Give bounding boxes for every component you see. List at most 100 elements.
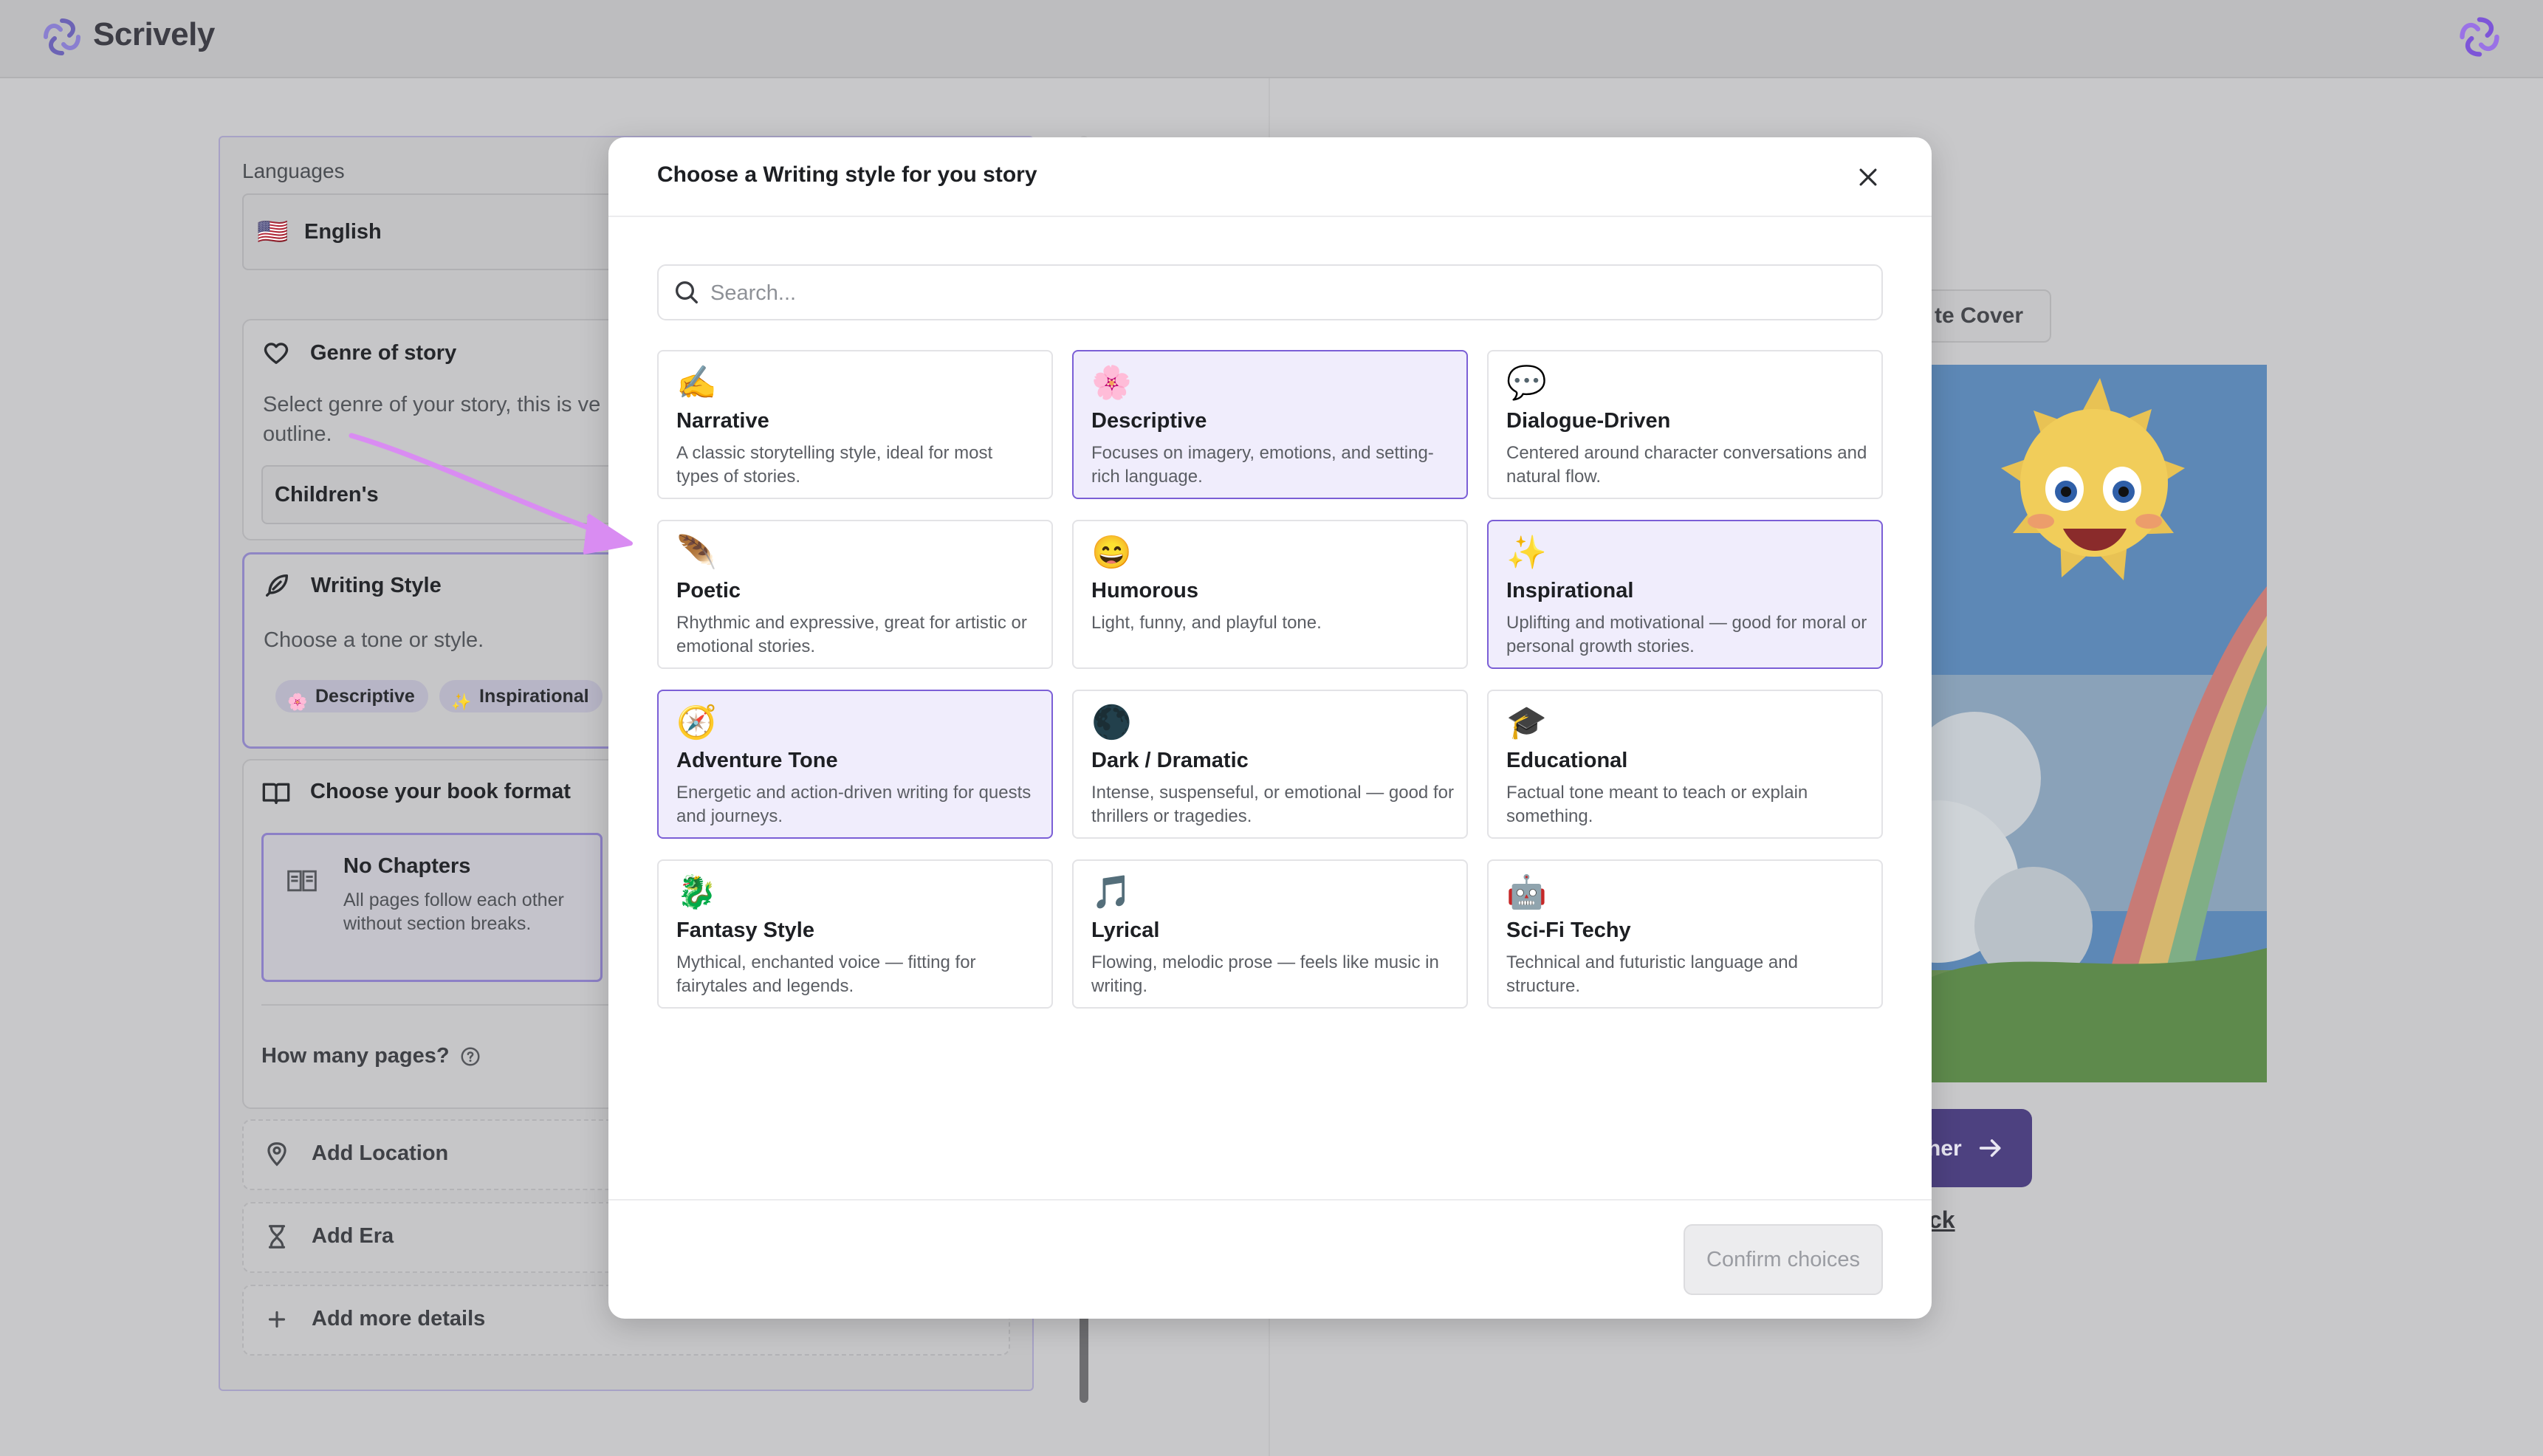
sparkles-icon: ✨	[1506, 535, 1547, 571]
style-option-inspirational[interactable]: ✨ Inspirational Uplifting and motivational…	[1487, 520, 1883, 669]
feather-pen-icon	[262, 571, 292, 600]
style-name: Dialogue-Driven	[1506, 409, 1671, 433]
divider	[261, 1004, 628, 1006]
app-header: Scrively	[0, 0, 2543, 78]
grinning-face-icon: 😄	[1091, 535, 1132, 571]
blossom-icon: 🌸	[287, 693, 308, 711]
search-icon	[672, 278, 701, 307]
music-note-icon: 🎵	[1091, 874, 1132, 910]
confirm-choices-button[interactable]: Confirm choices	[1684, 1224, 1883, 1295]
style-option-poetic[interactable]: 🪶 Poetic Rhythmic and expressive, great fo…	[657, 520, 1053, 669]
story-cover-image	[1930, 365, 2267, 1082]
style-name: Narrative	[676, 409, 769, 433]
modal-footer-divider	[608, 1199, 1932, 1201]
add-more-details-label: Add more details	[312, 1307, 486, 1330]
style-name: Poetic	[676, 579, 741, 602]
search-box	[657, 264, 1883, 320]
chip-inspirational[interactable]: ✨ Inspirational	[439, 680, 603, 712]
style-name: Adventure Tone	[676, 749, 838, 772]
plus-icon	[263, 1305, 291, 1333]
sparkles-icon: ✨	[451, 693, 472, 711]
profile-menu-icon[interactable]	[2456, 13, 2503, 61]
writing-style-description: Choose a tone or style.	[264, 628, 484, 652]
style-description: Focuses on imagery, emotions, and settin…	[1091, 443, 1434, 487]
style-description: Rhythmic and expressive, great for artis…	[676, 613, 1027, 656]
style-option-descriptive[interactable]: 🌸 Descriptive Focuses on imagery, emotions…	[1072, 350, 1468, 499]
book-format-title: Choose your book format	[310, 780, 571, 803]
new-moon-icon: 🌑	[1091, 704, 1132, 741]
close-icon	[1856, 165, 1881, 190]
style-option-sci-fi-techy[interactable]: 🤖 Sci-Fi Techy Technical and futuristic la…	[1487, 859, 1883, 1009]
help-circle-icon[interactable]	[459, 1045, 481, 1068]
style-description: Light, funny, and playful tone.	[1091, 613, 1322, 633]
scrively-logo-icon[interactable]	[40, 15, 84, 59]
speech-bubble-icon: 💬	[1506, 365, 1547, 401]
style-description: Flowing, melodic prose — feels like musi…	[1091, 952, 1439, 996]
genre-select[interactable]: Children's	[261, 465, 626, 524]
add-era-label: Add Era	[312, 1224, 394, 1248]
genre-description-line2: outline.	[263, 422, 332, 446]
dragon-icon: 🐉	[676, 874, 717, 910]
no-chapters-option[interactable]: No Chapters All pages follow each other …	[261, 833, 603, 982]
style-name: Dark / Dramatic	[1091, 749, 1249, 772]
book-pages-icon	[286, 865, 318, 897]
us-flag-icon: 🇺🇸	[257, 218, 289, 246]
compass-icon: 🧭	[676, 704, 717, 741]
genre-description-line1: Select genre of your story, this is ve	[263, 393, 601, 416]
style-description: Centered around character conversations …	[1506, 443, 1867, 487]
graduation-cap-icon: 🎓	[1506, 704, 1547, 741]
robot-icon: 🤖	[1506, 874, 1547, 910]
style-option-lyrical[interactable]: 🎵 Lyrical Flowing, melodic prose — feels l…	[1072, 859, 1468, 1009]
writing-hand-icon: ✍️	[676, 365, 717, 401]
style-option-dark-dramatic[interactable]: 🌑 Dark / Dramatic Intense, suspenseful, or…	[1072, 690, 1468, 839]
writing-style-card[interactable]: Writing Style Choose a tone or style. 🌸 …	[242, 552, 631, 749]
style-description: Mythical, enchanted voice — fitting for …	[676, 952, 976, 996]
writing-style-title: Writing Style	[311, 574, 442, 597]
next-label: her	[1927, 1136, 1962, 1161]
chip-label: Inspirational	[479, 686, 589, 707]
writing-style-modal: Choose a Writing style for you story ✍️ N…	[608, 137, 1932, 1319]
style-name: Fantasy Style	[676, 918, 814, 942]
style-description: Energetic and action-driven writing for …	[676, 783, 1032, 826]
style-option-educational[interactable]: 🎓 Educational Factual tone meant to teach …	[1487, 690, 1883, 839]
style-description: Technical and futuristic language and st…	[1506, 952, 1798, 996]
feather-icon: 🪶	[676, 535, 717, 571]
book-format-card: Choose your book format No Chapters All …	[242, 759, 629, 1109]
modal-title: Choose a Writing style for you story	[657, 162, 1037, 187]
open-book-icon	[261, 778, 291, 808]
style-option-fantasy-style[interactable]: 🐉 Fantasy Style Mythical, enchanted voice …	[657, 859, 1053, 1009]
generate-cover-label: te Cover	[1934, 303, 2023, 328]
option-title: No Chapters	[343, 854, 471, 878]
map-pin-icon	[263, 1140, 291, 1168]
blossom-icon: 🌸	[1091, 365, 1132, 401]
style-option-adventure-tone[interactable]: 🧭 Adventure Tone Energetic and action-driv…	[657, 690, 1053, 839]
close-button[interactable]	[1849, 158, 1887, 196]
option-description-line1: All pages follow each other	[343, 890, 564, 910]
search-input[interactable]	[709, 266, 1864, 320]
heart-icon	[261, 338, 291, 368]
scrollbar-thumb[interactable]	[1080, 1305, 1088, 1403]
genre-value: Children's	[275, 483, 379, 506]
style-name: Lyrical	[1091, 918, 1160, 942]
chip-descriptive[interactable]: 🌸 Descriptive	[275, 680, 428, 712]
style-description: Uplifting and motivational — good for mo…	[1506, 613, 1867, 656]
style-description: A classic storytelling style, ideal for …	[676, 443, 993, 487]
style-name: Inspirational	[1506, 579, 1634, 602]
style-option-dialogue-driven[interactable]: 💬 Dialogue-Driven Centered around characte…	[1487, 350, 1883, 499]
style-option-narrative[interactable]: ✍️ Narrative A classic storytelling style,…	[657, 350, 1053, 499]
option-description-line2: without section breaks.	[343, 913, 532, 934]
chip-label: Descriptive	[315, 686, 415, 707]
language-select[interactable]: 🇺🇸 English	[242, 193, 629, 270]
genre-title: Genre of story	[310, 341, 457, 365]
style-name: Descriptive	[1091, 409, 1207, 433]
languages-label: Languages	[242, 159, 345, 182]
style-name: Educational	[1506, 749, 1628, 772]
language-value: English	[304, 220, 382, 244]
arrow-right-icon	[1976, 1133, 2005, 1163]
add-location-label: Add Location	[312, 1141, 449, 1165]
hourglass-icon	[263, 1223, 291, 1251]
style-option-humorous[interactable]: 😄 Humorous Light, funny, and playful tone.	[1072, 520, 1468, 669]
brand-name: Scrively	[93, 16, 215, 52]
style-name: Humorous	[1091, 579, 1198, 602]
back-link[interactable]: ck	[1929, 1206, 1955, 1234]
